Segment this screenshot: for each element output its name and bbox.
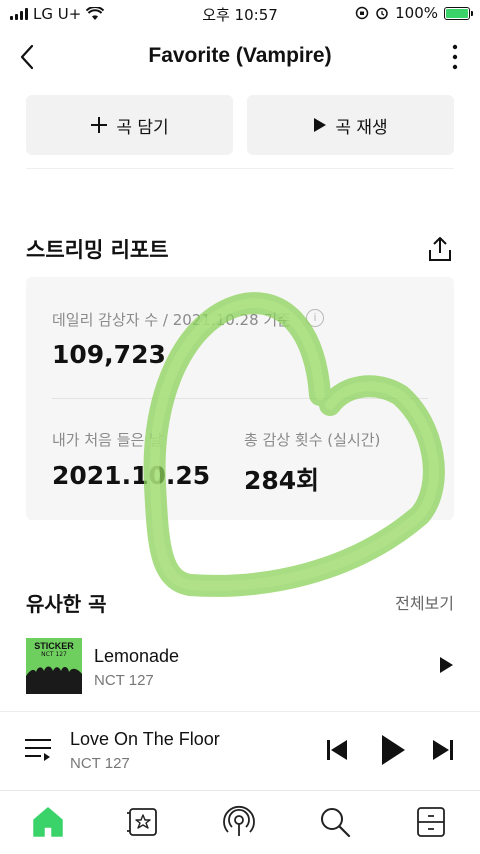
header: Favorite (Vampire): [0, 36, 480, 80]
see-all-link[interactable]: 전체보기: [395, 590, 454, 614]
battery-icon: [444, 6, 473, 20]
first-listen-label: 내가 처음 들은 날: [52, 431, 163, 449]
previous-icon[interactable]: [326, 738, 348, 762]
card-divider: [52, 398, 428, 399]
play-icon[interactable]: [380, 734, 406, 766]
library-icon[interactable]: [126, 805, 160, 839]
play-icon[interactable]: [438, 656, 454, 674]
list-item[interactable]: STICKER NCT 127 Lemonade NCT 127: [26, 638, 454, 696]
mini-player[interactable]: Love On The Floor NCT 127: [0, 712, 480, 790]
more-vertical-icon[interactable]: [448, 42, 462, 72]
total-plays-label: 총 감상 횟수 (실시간): [244, 431, 381, 449]
bottom-nav: [0, 791, 480, 854]
song-artist: NCT 127: [94, 672, 154, 689]
rotation-lock-icon: [355, 6, 369, 20]
play-icon: [314, 118, 327, 132]
now-playing-artist: NCT 127: [70, 755, 130, 772]
podcast-icon[interactable]: [222, 805, 256, 839]
first-listen-value: 2021.10.25: [52, 461, 211, 490]
search-icon[interactable]: [318, 805, 352, 839]
info-icon[interactable]: i: [306, 309, 324, 327]
add-song-label: 곡 담기: [116, 117, 169, 138]
total-plays-value: 284회: [244, 466, 320, 495]
now-playing-title: Love On The Floor: [70, 729, 220, 749]
similar-songs-title: 유사한 곡: [26, 592, 107, 616]
share-icon[interactable]: [427, 235, 453, 263]
playlist-icon[interactable]: [24, 737, 52, 763]
page-title: Favorite (Vampire): [148, 44, 332, 67]
report-card: 데일리 감상자 수 / 2021.10.28 기준 i 109,723 내가 처…: [26, 277, 454, 520]
play-song-button[interactable]: 곡 재생: [247, 95, 454, 155]
song-title: Lemonade: [94, 646, 180, 666]
report-title: 스트리밍 리포트: [26, 238, 169, 262]
album-figures: [26, 666, 82, 694]
daily-listeners-label: 데일리 감상자 수 / 2021.10.28 기준: [52, 311, 291, 329]
album-art[interactable]: STICKER NCT 127: [26, 638, 82, 694]
status-bar: LG U+ 오후 10:57 100%: [0, 0, 480, 28]
plus-icon: [91, 117, 108, 133]
add-song-button[interactable]: 곡 담기: [26, 95, 233, 155]
play-song-label: 곡 재생: [335, 117, 388, 138]
daily-listeners-value: 109,723: [52, 340, 166, 369]
back-icon[interactable]: [16, 42, 40, 72]
home-icon[interactable]: [31, 805, 65, 839]
battery-percent: 100%: [395, 4, 438, 22]
alarm-icon: [376, 7, 388, 20]
divider: [26, 168, 454, 169]
action-buttons: 곡 담기 곡 재생: [26, 95, 454, 155]
next-icon[interactable]: [432, 738, 454, 762]
drawer-icon[interactable]: [414, 805, 448, 839]
